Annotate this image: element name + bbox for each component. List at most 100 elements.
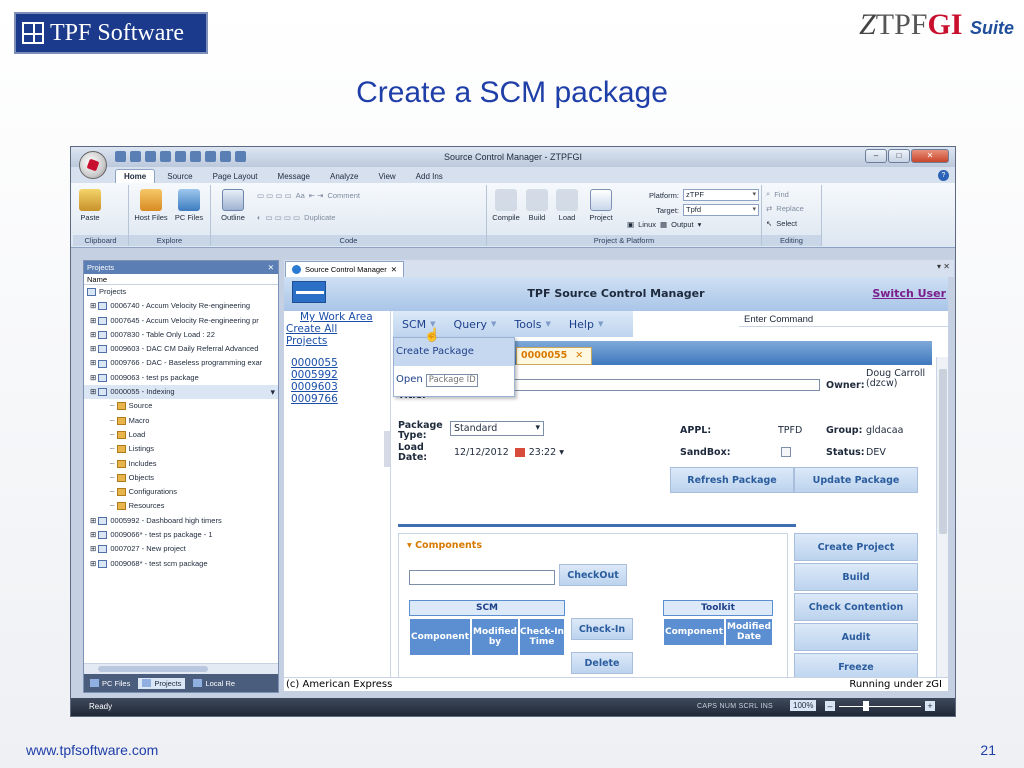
chevron-down-icon[interactable]: ▾ <box>937 262 941 271</box>
close-icon[interactable]: ✕ <box>391 263 397 277</box>
zoom-in-icon[interactable]: + <box>925 701 935 711</box>
horizontal-scrollbar[interactable] <box>84 663 278 674</box>
project-node[interactable]: ⊞ 0009066* - test ps package - 1 <box>84 528 278 542</box>
host-files-button[interactable]: Host Files <box>133 189 169 222</box>
menu-tools[interactable]: Tools ▼ <box>505 318 560 331</box>
tree-root[interactable]: Projects <box>84 285 278 299</box>
checkout-input[interactable] <box>409 570 555 585</box>
package-id-input[interactable] <box>425 373 478 387</box>
undo-icon[interactable] <box>190 151 201 162</box>
project-folder-node[interactable]: ┈ Load <box>84 428 278 442</box>
project-node[interactable]: ⊞ 0000055 - Indexing <box>84 385 278 400</box>
zoom-level[interactable]: 100% <box>790 700 817 711</box>
minimize-button[interactable]: – <box>865 149 887 163</box>
checkout-button[interactable]: CheckOut <box>559 564 627 586</box>
delete-button[interactable]: Delete <box>571 652 633 674</box>
save-icon[interactable] <box>160 151 171 162</box>
package-link-0009603[interactable]: 0009603 <box>291 381 390 393</box>
settings-icon[interactable] <box>235 151 246 162</box>
font-button[interactable]: Aa <box>296 191 305 200</box>
project-node[interactable]: ⊞ 0009068* - test scm package <box>84 557 278 571</box>
new-file-icon[interactable] <box>130 151 141 162</box>
build-button[interactable]: Build <box>523 189 551 222</box>
close-button[interactable]: ✕ <box>911 149 949 163</box>
find-button[interactable]: ⌕ Find <box>766 189 789 199</box>
compile-button[interactable]: Compile <box>491 189 521 222</box>
expand-icon[interactable]: ⊞ <box>90 516 98 525</box>
update-package-button[interactable]: Update Package <box>794 467 918 493</box>
project-node[interactable]: ⊞ 0005992 - Dashboard high timers <box>84 514 278 528</box>
maximize-button[interactable]: □ <box>888 149 910 163</box>
package-link-0005992[interactable]: 0005992 <box>291 369 390 381</box>
project-node[interactable]: ⊞ 0009603 - DAC CM Daily Referral Advanc… <box>84 342 278 356</box>
target-select[interactable]: Tpfd <box>683 204 759 216</box>
expand-icon[interactable]: ⊞ <box>90 344 98 353</box>
zoom-out-icon[interactable]: – <box>825 701 835 711</box>
column-component[interactable]: Component <box>409 618 471 656</box>
pc-files-button[interactable]: PC Files <box>171 189 207 222</box>
expand-icon[interactable]: ⊞ <box>90 373 98 382</box>
project-folder-node[interactable]: ┈ Source <box>84 399 278 413</box>
chevron-down-icon[interactable]: ▾ <box>559 447 564 458</box>
redo-icon[interactable] <box>205 151 216 162</box>
expand-icon[interactable]: ⊞ <box>90 530 98 539</box>
splitter-handle[interactable] <box>384 431 390 467</box>
select-button[interactable]: ↖ Select <box>766 219 797 228</box>
projects-link[interactable]: Projects <box>286 335 390 347</box>
toolkit-column-modified-date[interactable]: Modified Date <box>725 618 773 646</box>
sandbox-checkbox[interactable] <box>781 447 791 457</box>
check-contention-button[interactable]: Check Contention <box>794 593 918 621</box>
vertical-scrollbar[interactable] <box>936 357 948 677</box>
column-modified-by[interactable]: Modified by <box>471 618 519 656</box>
project-folder-node[interactable]: ┈ Resources <box>84 499 278 513</box>
close-icon[interactable]: ✕ <box>943 262 950 271</box>
tab-view[interactable]: View <box>370 170 403 183</box>
expand-icon[interactable]: ⊞ <box>90 544 98 553</box>
create-all-link[interactable]: Create All <box>286 323 390 335</box>
freeze-button[interactable]: Freeze <box>794 653 918 677</box>
build-button[interactable]: Build <box>794 563 918 591</box>
menu-query[interactable]: Query ▼ <box>445 318 506 331</box>
project-node[interactable]: ⊞ 0006740 - Accum Velocity Re-engineerin… <box>84 299 278 313</box>
column-header-name[interactable]: Name <box>84 274 278 285</box>
tab-home[interactable]: Home <box>115 169 156 183</box>
switch-user-link[interactable]: Switch User <box>872 287 946 300</box>
my-work-area-link[interactable]: My Work Area <box>286 311 390 323</box>
project-folder-node[interactable]: ┈ Configurations <box>84 485 278 499</box>
project-folder-node[interactable]: ┈ Macro <box>84 414 278 428</box>
project-button[interactable]: Project <box>585 189 617 222</box>
refresh-package-button[interactable]: Refresh Package <box>670 467 794 493</box>
pane-close-icon[interactable]: ✕ <box>268 261 274 274</box>
expand-icon[interactable]: ⊞ <box>90 301 98 310</box>
create-project-button[interactable]: Create Project <box>794 533 918 561</box>
help-icon[interactable]: ? <box>938 170 949 181</box>
project-folder-node[interactable]: ┈ Listings <box>84 442 278 456</box>
project-node[interactable]: ⊞ 0007645 - Accum Velocity Re-engineerin… <box>84 314 278 328</box>
save-all-icon[interactable] <box>175 151 186 162</box>
platform-select[interactable]: zTPF <box>683 189 759 201</box>
project-node[interactable]: ⊞ 0009766 - DAC - Baseless programming e… <box>84 356 278 370</box>
project-node[interactable]: ⊞ 0007027 - New project <box>84 542 278 556</box>
project-node[interactable]: ⊞ 0009063 - test ps package <box>84 371 278 385</box>
load-button[interactable]: Load <box>553 189 581 222</box>
color-icon[interactable]: ◐ <box>257 213 262 222</box>
power-icon[interactable] <box>115 151 126 162</box>
column-check-in-time[interactable]: Check-In Time <box>519 618 565 656</box>
project-folder-node[interactable]: ┈ Objects <box>84 471 278 485</box>
toolkit-column-component[interactable]: Component <box>663 618 725 646</box>
open-menu-item[interactable]: Open <box>394 366 514 394</box>
project-node[interactable]: ⊞ 0007830 - Table Only Load : 22 <box>84 328 278 342</box>
expand-icon[interactable]: ⊞ <box>90 387 98 396</box>
project-folder-node[interactable]: ┈ Includes <box>84 457 278 471</box>
print-icon[interactable] <box>220 151 231 162</box>
components-header[interactable]: ▾ Components <box>407 540 482 551</box>
load-time-select[interactable]: 23:22 <box>529 447 556 458</box>
application-menu-button[interactable] <box>79 151 107 179</box>
expand-icon[interactable]: ⊞ <box>90 316 98 325</box>
scrollbar-thumb[interactable] <box>939 369 947 534</box>
replace-button[interactable]: ⇄ Replace <box>766 204 804 213</box>
linux-button[interactable]: Linux <box>638 220 656 229</box>
comment-button[interactable]: Comment <box>327 191 360 200</box>
close-icon[interactable]: ✕ <box>575 350 583 361</box>
enter-command-field[interactable]: Enter Command <box>744 314 813 325</box>
